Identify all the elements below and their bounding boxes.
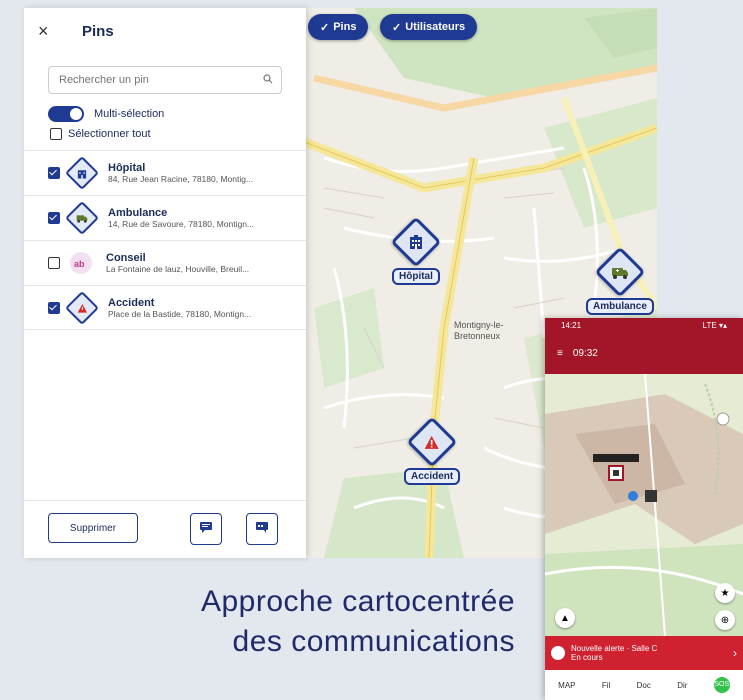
phone-bottom-nav: MAP Fil Doc Dir SOS bbox=[545, 670, 743, 700]
ambulance-icon bbox=[65, 201, 99, 235]
marker-label: Ambulance bbox=[586, 298, 654, 315]
pin-address: Place de la Bastide, 78180, Montign... bbox=[108, 308, 252, 319]
users-filter-chip[interactable]: ✓ Utilisateurs bbox=[380, 14, 478, 40]
pin-checkbox[interactable] bbox=[48, 257, 60, 269]
hospital-icon bbox=[390, 216, 442, 268]
pin-name: Conseil bbox=[106, 252, 146, 264]
multiselect-label: Multi-sélection bbox=[94, 108, 165, 120]
status-time: 14:21 bbox=[561, 320, 582, 330]
pin-checkbox[interactable] bbox=[48, 301, 60, 314]
tagline-line-1: Approche cartocentrée bbox=[200, 585, 515, 618]
pins-filter-chip[interactable]: ✓ Pins bbox=[308, 14, 369, 40]
tagline: Approche cartocentrée des communications bbox=[201, 582, 515, 662]
pins-panel: × Pins Multi-sélection Sélectionner tout… bbox=[24, 8, 306, 558]
ambulance-icon bbox=[594, 246, 646, 298]
nav-item-docs[interactable]: Doc bbox=[637, 681, 651, 690]
send-message-button[interactable] bbox=[190, 513, 222, 545]
alert-title: Nouvelle alerte · Salle C bbox=[571, 644, 658, 653]
panel-footer: Supprimer bbox=[24, 500, 306, 559]
users-chip-label: Utilisateurs bbox=[405, 21, 466, 33]
close-icon[interactable]: × bbox=[38, 21, 58, 42]
nav-item-feed[interactable]: Fil bbox=[602, 681, 610, 690]
chat-icon bbox=[255, 520, 269, 539]
check-icon: ✓ bbox=[392, 21, 402, 34]
warning-icon bbox=[406, 416, 458, 468]
alert-icon bbox=[551, 646, 565, 660]
hospital-icon bbox=[65, 156, 99, 190]
search-input[interactable] bbox=[57, 73, 261, 87]
alert-status: En cours bbox=[571, 653, 603, 662]
pin-address: La Fontaine de lauz, Houville, Breuil... bbox=[106, 264, 250, 274]
multiselect-toggle[interactable] bbox=[48, 106, 84, 122]
pin-item-hopital[interactable]: Hôpital 84, Rue Jean Racine, 78180, Mont… bbox=[24, 150, 306, 195]
topbar-label: 09:32 bbox=[572, 347, 598, 359]
pin-item-conseil[interactable]: ab Conseil La Fontaine de lauz, Houville… bbox=[24, 240, 306, 285]
menu-icon[interactable]: ≡ bbox=[557, 348, 563, 359]
map-marker-accident[interactable]: Accident bbox=[404, 416, 461, 485]
panel-header: × Pins bbox=[24, 8, 306, 54]
pin-address: 14, Rue de Savoure, 78180, Montign... bbox=[108, 219, 255, 229]
marker-label: Hôpital bbox=[392, 268, 440, 285]
phone-map[interactable] bbox=[545, 374, 743, 636]
warning-icon bbox=[65, 290, 99, 325]
compass-icon[interactable]: ⊕ bbox=[715, 610, 735, 630]
chevron-right-icon[interactable]: › bbox=[733, 646, 737, 660]
pins-chip-label: Pins bbox=[333, 21, 357, 33]
nav-item-sos[interactable]: SOS bbox=[713, 677, 730, 693]
nav-item-map[interactable]: MAP bbox=[558, 681, 575, 690]
check-icon: ✓ bbox=[320, 21, 330, 34]
phone-top-bar: ≡ 09:32 bbox=[545, 332, 743, 374]
map-marker-hopital[interactable]: Hôpital bbox=[390, 216, 442, 285]
send-alert-button[interactable] bbox=[246, 513, 278, 545]
phone-alert-banner[interactable]: Nouvelle alerte · Salle C En cours › bbox=[545, 636, 743, 670]
status-signal: LTE ▾▴ bbox=[702, 320, 727, 330]
select-all-row: Sélectionner tout bbox=[50, 128, 151, 140]
mobile-screenshot: 14:21 LTE ▾▴ ≡ 09:32 ★ ⊕ ▲ Nouvelle aler… bbox=[545, 318, 743, 700]
select-all-label: Sélectionner tout bbox=[68, 128, 151, 140]
nav-item-directory[interactable]: Dir bbox=[677, 681, 687, 690]
panel-title: Pins bbox=[82, 22, 114, 40]
map-marker-ambulance[interactable]: Ambulance bbox=[586, 246, 654, 315]
district-label: Montigny-le-Bretonneux bbox=[454, 320, 504, 341]
message-icon bbox=[199, 520, 213, 539]
pin-name: Ambulance bbox=[108, 207, 168, 219]
delete-button[interactable]: Supprimer bbox=[48, 513, 138, 543]
advice-icon: ab bbox=[70, 252, 92, 274]
select-all-checkbox[interactable] bbox=[50, 128, 62, 140]
pin-item-accident[interactable]: Accident Place de la Bastide, 78180, Mon… bbox=[24, 285, 306, 330]
pin-name: Hôpital bbox=[108, 162, 146, 174]
layers-icon[interactable]: ▲ bbox=[555, 608, 575, 628]
multiselect-row: Multi-sélection bbox=[48, 106, 164, 122]
svg-text:ab: ab bbox=[74, 259, 85, 268]
pin-list: Hôpital 84, Rue Jean Racine, 78180, Mont… bbox=[24, 150, 306, 330]
star-icon[interactable]: ★ bbox=[715, 583, 735, 603]
pin-checkbox[interactable] bbox=[48, 212, 60, 224]
search-field[interactable] bbox=[48, 66, 282, 94]
pin-name: Accident bbox=[108, 296, 155, 309]
phone-status-bar: 14:21 LTE ▾▴ bbox=[545, 318, 743, 332]
tagline-line-2: des communications bbox=[232, 625, 515, 658]
pin-checkbox[interactable] bbox=[48, 167, 60, 179]
marker-label: Accident bbox=[404, 468, 461, 485]
pin-item-ambulance[interactable]: Ambulance 14, Rue de Savoure, 78180, Mon… bbox=[24, 195, 306, 240]
search-icon[interactable] bbox=[263, 71, 273, 89]
pin-address: 84, Rue Jean Racine, 78180, Montig... bbox=[108, 174, 254, 184]
